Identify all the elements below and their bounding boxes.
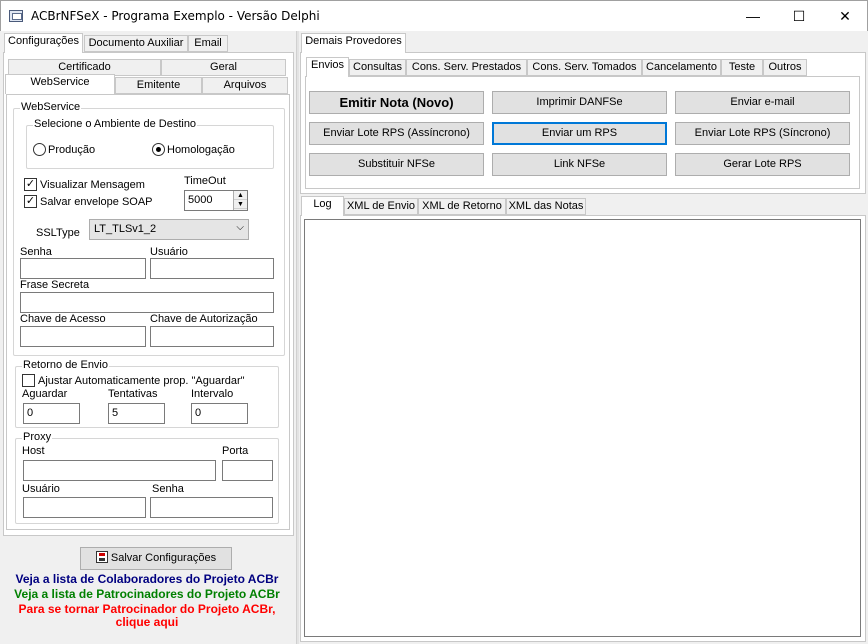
substituir-nfse-button[interactable]: Substituir NFSe [309,153,484,176]
chave-acesso-label: Chave de Acesso [20,313,106,325]
gerar-lote-rps-button[interactable]: Gerar Lote RPS [675,153,850,176]
enviar-um-rps-button[interactable]: Enviar um RPS [492,122,667,145]
porta-input[interactable] [222,460,273,481]
link-patrocinadores[interactable]: Veja a lista de Patrocinadores do Projet… [0,587,294,601]
imprimir-danfse-button[interactable]: Imprimir DANFSe [492,91,667,114]
homologacao-label: Homologação [167,144,235,156]
log-textarea[interactable] [304,219,861,637]
enviar-lote-assincrono-button[interactable]: Enviar Lote RPS (Assíncrono) [309,122,484,145]
host-input[interactable] [23,460,216,481]
tab-cancelamento[interactable]: Cancelamento [642,59,721,76]
title-bar: ACBrNFSeX - Programa Exemplo - Versão De… [0,0,868,31]
window-title: ACBrNFSeX - Programa Exemplo - Versão De… [31,9,320,23]
producao-radio[interactable] [33,143,46,156]
salvar-envelope-checkbox[interactable]: ✓ [24,195,37,208]
tab-envios[interactable]: Envios [306,57,349,77]
tab-consultas[interactable]: Consultas [349,59,406,76]
intervalo-label: Intervalo [191,388,234,400]
tab-teste[interactable]: Teste [721,59,763,76]
tab-cons-serv-tomados[interactable]: Cons. Serv. Tomados [527,59,642,76]
spin-down-icon[interactable]: ▼ [234,200,247,209]
tab-demais-provedores[interactable]: Demais Provedores [301,33,406,53]
salvar-configuracoes-button[interactable]: Salvar Configurações [80,547,232,570]
producao-label: Produção [48,144,96,156]
tab-xml-notas[interactable]: XML das Notas [506,198,586,215]
tentativas-input[interactable]: 5 [108,403,165,424]
visualizar-mensagem-label: Visualizar Mensagem [40,179,145,191]
intervalo-input[interactable]: 0 [191,403,248,424]
ssltype-value: LT_TLSv1_2 [94,223,157,235]
ssltype-select[interactable]: LT_TLSv1_2 ⌵ [89,219,249,240]
proxy-senha-input[interactable] [150,497,273,518]
proxy-usuario-label: Usuário [22,483,60,495]
tab-xml-retorno[interactable]: XML de Retorno [418,198,506,215]
salvar-configuracoes-label: Salvar Configurações [110,552,217,564]
tab-webservice[interactable]: WebService [5,74,115,94]
aguardar-input[interactable]: 0 [23,403,80,424]
tentativas-label: Tentativas [108,388,158,400]
tab-log[interactable]: Log [301,196,344,216]
link-clique-aqui[interactable]: clique aqui [0,615,294,629]
proxy-label: Proxy [22,431,53,443]
spin-buttons[interactable]: ▲ ▼ [233,191,247,210]
link-colaboradores[interactable]: Veja a lista de Colaboradores do Projeto… [0,572,294,586]
tab-configuracoes[interactable]: Configurações [4,33,83,53]
save-icon [95,551,108,563]
enviar-email-button[interactable]: Enviar e-mail [675,91,850,114]
emitir-nota-button[interactable]: Emitir Nota (Novo) [309,91,484,114]
ajustar-automaticamente-label: Ajustar Automaticamente prop. "Aguardar" [38,375,245,387]
tab-documento-auxiliar[interactable]: Documento Auxiliar [84,35,188,52]
link-nfse-button[interactable]: Link NFSe [492,153,667,176]
tab-emitente[interactable]: Emitente [115,77,202,94]
close-icon[interactable]: ✕ [822,1,868,31]
timeout-label: TimeOut [184,175,226,187]
ajustar-automaticamente-checkbox[interactable] [22,374,35,387]
senha-input[interactable] [20,258,146,279]
proxy-senha-label: Senha [152,483,184,495]
app-icon [9,10,23,22]
frase-secreta-label: Frase Secreta [20,279,90,291]
senha-label: Senha [20,246,52,258]
frase-secreta-input[interactable] [20,292,274,313]
maximize-icon[interactable]: ☐ [776,1,822,31]
chave-autorizacao-label: Chave de Autorização [150,313,258,325]
tab-geral[interactable]: Geral [161,59,286,76]
ambiente-group-label: Selecione o Ambiente de Destino [33,118,198,130]
ssltype-label: SSLType [36,227,80,239]
porta-label: Porta [222,445,249,457]
salvar-envelope-label: Salvar envelope SOAP [40,196,153,208]
webservice-group-label: WebService [20,101,82,113]
enviar-lote-sincrono-button[interactable]: Enviar Lote RPS (Síncrono) [675,122,850,145]
timeout-spinner[interactable]: 5000 ▲ ▼ [184,190,248,211]
tab-arquivos[interactable]: Arquivos [202,77,288,94]
timeout-value: 5000 [188,194,213,206]
aguardar-label: Aguardar [22,388,68,400]
visualizar-mensagem-checkbox[interactable]: ✓ [24,178,37,191]
tab-email[interactable]: Email [188,35,228,52]
host-label: Host [22,445,45,457]
usuario-input[interactable] [150,258,274,279]
link-tornar-patrocinador[interactable]: Para se tornar Patrocinador do Projeto A… [0,602,294,616]
splitter[interactable] [296,31,299,644]
minimize-icon[interactable]: — [730,1,776,31]
tab-outros[interactable]: Outros [763,59,807,76]
tab-xml-envio[interactable]: XML de Envio [344,198,418,215]
chevron-down-icon: ⌵ [236,222,244,233]
spin-up-icon[interactable]: ▲ [234,191,247,200]
usuario-label: Usuário [150,246,188,258]
proxy-usuario-input[interactable] [23,497,146,518]
chave-autorizacao-input[interactable] [150,326,274,347]
tab-cons-serv-prestados[interactable]: Cons. Serv. Prestados [406,59,527,76]
chave-acesso-input[interactable] [20,326,146,347]
homologacao-radio[interactable] [152,143,165,156]
retorno-envio-label: Retorno de Envio [22,359,109,371]
